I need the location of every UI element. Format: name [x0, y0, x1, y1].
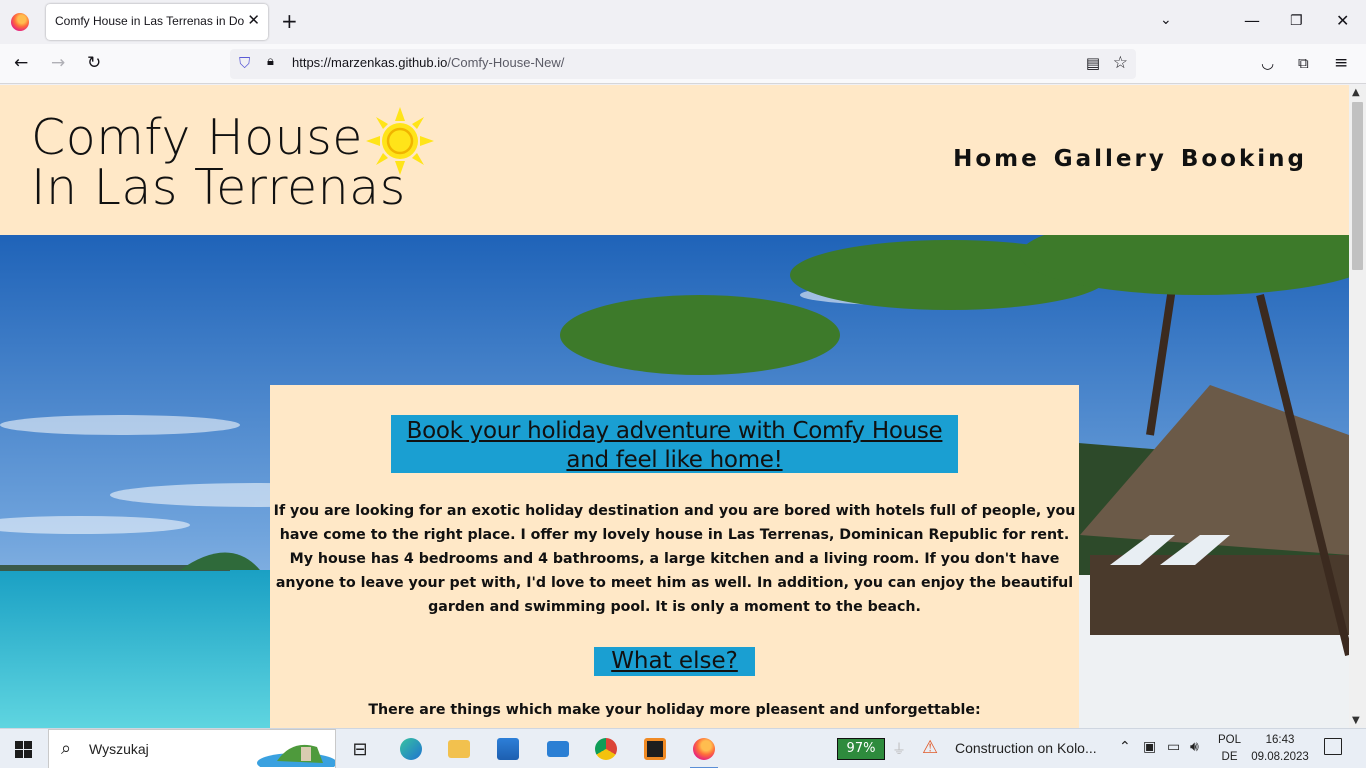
navigation-toolbar: ← → ↻ ⛉ 🔒︎ https://marzenkas.github.io/C… — [0, 44, 1366, 84]
nav-gallery-link[interactable]: Gallery — [1054, 146, 1167, 172]
things-paragraph: There are things which make your holiday… — [368, 702, 981, 718]
windows-start-icon[interactable] — [15, 741, 32, 758]
app-grid-icon[interactable] — [637, 734, 673, 764]
search-highlight-image — [257, 744, 335, 767]
edge-icon[interactable] — [393, 734, 429, 764]
pocket-icon[interactable]: ◡ — [1261, 53, 1274, 73]
close-window-icon[interactable]: ✕ — [1336, 10, 1349, 32]
intro-paragraph: If you are looking for an exotic holiday… — [273, 503, 1076, 615]
tab-title: Comfy House in Las Terrenas in Dominican… — [55, 14, 245, 28]
browser-tab-bar: Comfy House in Las Terrenas in Dominican… — [0, 0, 1366, 44]
list-all-tabs-chevron-icon[interactable]: ⌄ — [1160, 12, 1172, 28]
chrome-icon[interactable] — [588, 734, 624, 764]
firefox-logo-icon — [11, 13, 29, 31]
reload-icon[interactable]: ↻ — [87, 53, 101, 73]
what-else-heading: What else? — [611, 648, 738, 674]
scroll-down-icon[interactable]: ▼ — [1352, 715, 1360, 726]
what-else-heading-box: What else? — [594, 647, 755, 676]
page-scrollbar[interactable]: ▲ ▼ — [1349, 85, 1366, 728]
bookmark-star-icon[interactable]: ☆ — [1113, 53, 1128, 73]
sun-icon — [366, 107, 434, 175]
site-header: Comfy House In Las Terrenas Home Gallery… — [0, 85, 1349, 235]
show-hidden-icons-chevron-icon[interactable]: ⌃ — [1119, 739, 1131, 755]
firefox-taskbar-icon[interactable] — [686, 734, 722, 768]
task-view-icon[interactable]: ⊟ — [342, 734, 378, 764]
close-tab-icon[interactable]: ✕ — [247, 11, 260, 29]
traffic-alert-icon[interactable]: ⚠ — [922, 737, 938, 758]
minimize-icon[interactable]: — — [1244, 10, 1260, 32]
taskbar-search-box[interactable]: ⌕ Wyszukaj — [48, 729, 336, 768]
new-tab-button[interactable]: + — [281, 10, 298, 32]
microsoft-store-icon[interactable] — [490, 734, 526, 764]
scroll-up-icon[interactable]: ▲ — [1352, 87, 1360, 98]
power-plug-icon: ⏚ — [892, 742, 906, 758]
system-clock[interactable]: 16:43 09.08.2023 — [1250, 732, 1310, 766]
volume-icon[interactable]: 🔊︎ — [1190, 739, 1199, 755]
restore-icon[interactable]: ❐ — [1290, 10, 1303, 32]
intro-section: Book your holiday adventure with Comfy H… — [270, 385, 1079, 728]
main-heading-box: Book your holiday adventure with Comfy H… — [391, 415, 958, 473]
search-placeholder: Wyszukaj — [89, 741, 149, 757]
file-explorer-icon[interactable] — [441, 734, 477, 764]
main-nav: Home Gallery Booking — [953, 146, 1307, 172]
scroll-thumb[interactable] — [1352, 102, 1363, 270]
menu-icon[interactable]: ≡ — [1334, 53, 1348, 73]
search-icon: ⌕ — [61, 738, 72, 759]
battery-indicator[interactable]: 97% — [837, 738, 885, 760]
nav-home-link[interactable]: Home — [953, 146, 1040, 172]
meet-now-icon[interactable]: ▣ — [1143, 739, 1156, 755]
lock-icon[interactable]: 🔒︎ — [267, 54, 274, 69]
browser-tab[interactable]: Comfy House in Las Terrenas in Dominican… — [46, 4, 268, 40]
input-language-indicator[interactable]: POL DE — [1218, 732, 1241, 766]
notification-text[interactable]: Construction on Kolo... — [955, 740, 1097, 756]
action-center-icon[interactable] — [1324, 738, 1342, 755]
mail-icon[interactable] — [540, 734, 576, 764]
reader-view-icon[interactable]: ▤ — [1086, 54, 1100, 72]
page-viewport: Comfy House In Las Terrenas Home Gallery… — [0, 85, 1349, 728]
address-bar[interactable]: ⛉ 🔒︎ https://marzenkas.github.io/Comfy-H… — [230, 49, 1136, 79]
network-icon[interactable]: ▭ — [1167, 739, 1180, 755]
tracking-protection-shield-icon[interactable]: ⛉ — [239, 54, 250, 72]
main-heading: Book your holiday adventure with Comfy H… — [406, 418, 943, 473]
windows-taskbar: ⌕ Wyszukaj ⊟ 97% ⏚ ⚠ Construction on Kol… — [0, 728, 1366, 768]
forward-icon[interactable]: → — [51, 53, 65, 73]
url-text[interactable]: https://marzenkas.github.io/Comfy-House-… — [292, 55, 564, 70]
back-icon[interactable]: ← — [14, 53, 28, 73]
nav-booking-link[interactable]: Booking — [1181, 146, 1307, 172]
extensions-icon[interactable]: ⧉ — [1298, 53, 1309, 73]
site-title: Comfy House In Las Terrenas — [31, 109, 406, 216]
